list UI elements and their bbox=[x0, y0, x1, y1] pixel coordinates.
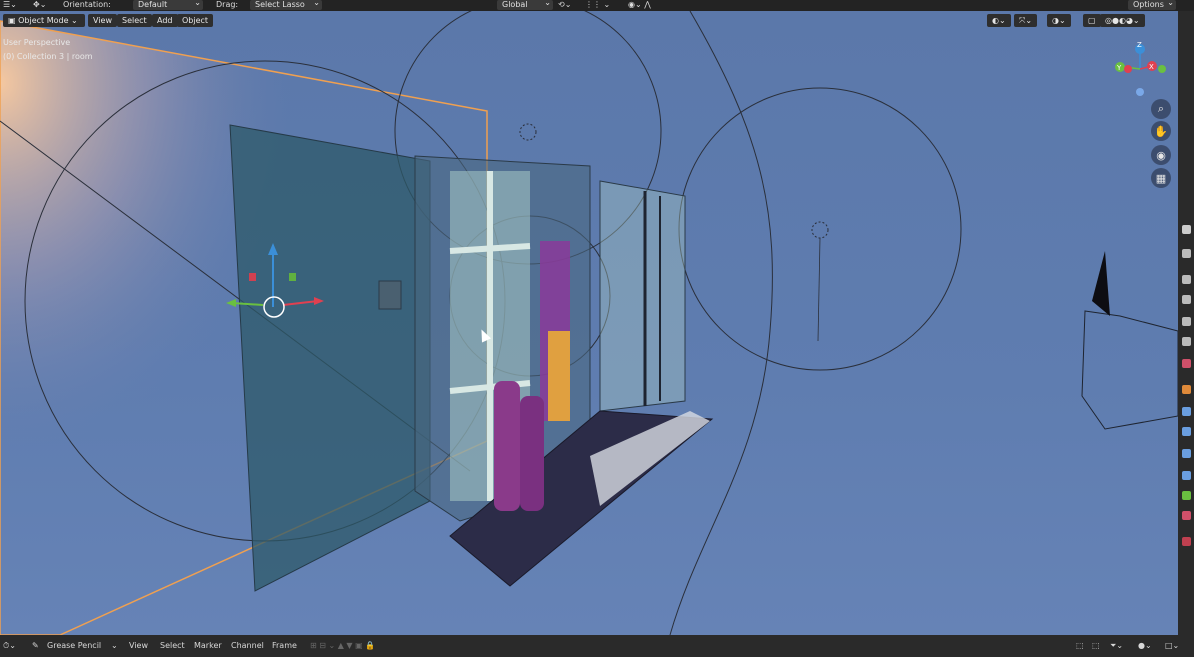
grease-pencil-icon: ✎ bbox=[32, 641, 39, 650]
3d-viewport[interactable]: Z X Y ▣ Object Mode ⌄ View Select Add Ob… bbox=[0, 11, 1178, 635]
world-tab-icon[interactable] bbox=[1182, 337, 1191, 346]
menu-select[interactable]: Select bbox=[117, 14, 152, 27]
nav-y-label: Y bbox=[1116, 64, 1122, 72]
pan-hand-icon[interactable]: ✋ bbox=[1151, 121, 1171, 141]
render-tab-icon[interactable] bbox=[1182, 249, 1191, 258]
window-frame-2[interactable] bbox=[599, 180, 686, 412]
physics-tab-icon[interactable] bbox=[1182, 449, 1191, 458]
collection-info: (0) Collection 3 | room bbox=[3, 52, 93, 61]
light-icon-2[interactable] bbox=[811, 221, 829, 239]
nav-z-label: Z bbox=[1137, 41, 1142, 49]
wall-plane[interactable] bbox=[229, 124, 431, 592]
orientation-value: Default bbox=[138, 0, 168, 9]
bottom-menu-channel[interactable]: Channel bbox=[231, 635, 264, 657]
drag-label: Drag: bbox=[216, 0, 239, 9]
options-label: Options bbox=[1133, 0, 1164, 9]
light-radius-3 bbox=[678, 87, 962, 371]
particles-tab-icon[interactable] bbox=[1182, 427, 1191, 436]
bottom-menu-frame[interactable]: Frame bbox=[272, 635, 297, 657]
chevron-down-icon[interactable]: ⌄ bbox=[111, 635, 118, 657]
extinguisher-2[interactable] bbox=[520, 396, 544, 511]
gizmo-toggle-icon[interactable]: ⤧⌄ bbox=[1014, 14, 1038, 27]
nav-x-label: X bbox=[1149, 63, 1154, 71]
overlay-toggle-icon[interactable]: ◑⌄ bbox=[1047, 14, 1071, 27]
modifier-tab-icon[interactable] bbox=[1182, 407, 1191, 416]
drag-dropdown[interactable]: Select Lasso bbox=[250, 0, 322, 10]
menu-view[interactable]: View bbox=[88, 14, 117, 27]
box-select-icon[interactable]: ⬚ bbox=[1092, 635, 1100, 657]
editor-type-icon[interactable]: ☰⌄ bbox=[3, 0, 17, 11]
zoom-icon[interactable]: ⌕ bbox=[1151, 99, 1171, 119]
bottom-menu-marker[interactable]: Marker bbox=[194, 635, 222, 657]
onion-skin-icon[interactable]: ●⌄ bbox=[1138, 635, 1152, 657]
pivot-icon[interactable]: ⟲⌄ bbox=[558, 0, 571, 11]
bottom-menu-select[interactable]: Select bbox=[160, 635, 185, 657]
camera-frustum[interactable] bbox=[1081, 310, 1178, 430]
character-body bbox=[548, 331, 570, 421]
drag-value: Select Lasso bbox=[255, 0, 305, 9]
transform-icon[interactable]: ✥⌄ bbox=[33, 0, 46, 11]
camera-view-icon[interactable]: ◉ bbox=[1151, 145, 1171, 165]
visibility-icon[interactable]: ◐⌄ bbox=[987, 14, 1011, 27]
menu-object[interactable]: Object bbox=[177, 14, 214, 27]
light-icon-1[interactable] bbox=[519, 123, 537, 141]
options-dropdown[interactable]: Options bbox=[1128, 0, 1176, 10]
menu-add[interactable]: Add bbox=[152, 14, 178, 27]
tool-tab-icon[interactable] bbox=[1182, 225, 1191, 234]
view-layer-tab-icon[interactable] bbox=[1182, 295, 1191, 304]
view-name: User Perspective bbox=[3, 38, 71, 47]
gizmo-plane-handle-2[interactable] bbox=[289, 273, 296, 281]
ortho-grid-icon[interactable]: ▦ bbox=[1151, 168, 1171, 188]
texture-tab-icon[interactable] bbox=[1182, 537, 1191, 546]
transform-orientation-dropdown[interactable]: Global bbox=[497, 0, 553, 10]
light-stem bbox=[817, 237, 821, 342]
top-toolbar: ☰⌄ ✥⌄ Orientation: Default Drag: Select … bbox=[0, 0, 1194, 11]
layer-buttons[interactable]: ⊞ ⊟ ⌄ ▲ ▼ ▣ 🔒 bbox=[310, 635, 375, 657]
collection-tab-icon[interactable] bbox=[1182, 359, 1191, 368]
shading-modes[interactable]: ◎●◐◕⌄ bbox=[1100, 14, 1145, 27]
camera-triangle bbox=[1092, 251, 1110, 316]
more-icon[interactable]: □⌄ bbox=[1165, 635, 1179, 657]
scene-tab-icon[interactable] bbox=[1182, 317, 1191, 326]
material-tab-icon[interactable] bbox=[1182, 511, 1191, 520]
xray-icon[interactable]: ▢ bbox=[1083, 14, 1101, 27]
bottom-menu-view[interactable]: View bbox=[129, 635, 148, 657]
select-tool-icon[interactable]: ⬚ bbox=[1076, 635, 1084, 657]
mode-label: Object Mode bbox=[18, 16, 69, 25]
scene-canvas: Z X Y bbox=[0, 11, 1178, 635]
constraints-tab-icon[interactable] bbox=[1182, 471, 1191, 480]
timeline-header: ⏱⌄ ✎ Grease Pencil ⌄ View Select Marker … bbox=[0, 635, 1194, 657]
light-switch[interactable] bbox=[378, 280, 402, 310]
gizmo-plane-handle-1[interactable] bbox=[249, 273, 256, 281]
nav-neg-z-ball[interactable] bbox=[1136, 88, 1144, 96]
object-tab-icon[interactable] bbox=[1182, 385, 1191, 394]
extinguisher-1[interactable] bbox=[494, 381, 520, 511]
nav-neg-x-ball[interactable] bbox=[1124, 65, 1132, 73]
nav-neg-y-ball[interactable] bbox=[1158, 65, 1166, 73]
filter-icon[interactable]: ⏷⌄ bbox=[1110, 635, 1123, 657]
orientation-dropdown[interactable]: Default bbox=[133, 0, 203, 10]
cube-icon: ▣ bbox=[8, 16, 19, 25]
snap-icon[interactable]: ⋮⋮ ⌄ bbox=[585, 0, 610, 11]
orientation-label: Orientation: bbox=[63, 0, 111, 9]
proportional-edit-icon[interactable]: ◉⌄ ⋀ bbox=[628, 0, 651, 11]
mode-dropdown[interactable]: ▣ Object Mode ⌄ bbox=[3, 14, 85, 27]
transform-orientation-value: Global bbox=[502, 0, 528, 9]
editor-mode-label[interactable]: Grease Pencil bbox=[47, 635, 101, 657]
editor-type-icon[interactable]: ⏱⌄ bbox=[3, 635, 16, 657]
output-tab-icon[interactable] bbox=[1182, 275, 1191, 284]
properties-tab-strip bbox=[1178, 11, 1194, 635]
data-tab-icon[interactable] bbox=[1182, 491, 1191, 500]
